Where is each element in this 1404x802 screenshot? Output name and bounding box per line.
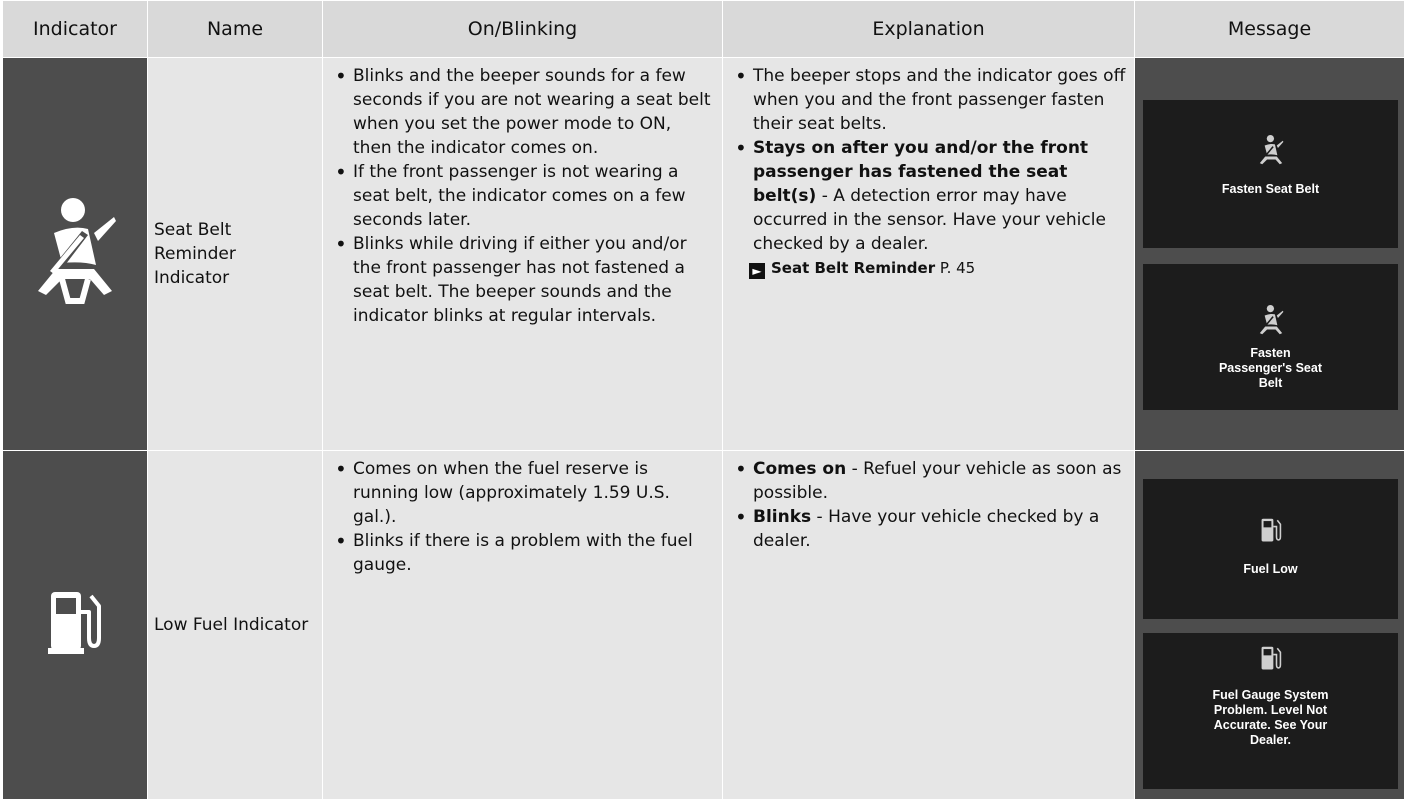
header-indicator: Indicator <box>2 0 148 58</box>
message-display: Fuel Low <box>1143 479 1398 619</box>
header-message: Message <box>1134 0 1404 58</box>
table-row: Seat Belt Reminder Indicator Blinks and … <box>2 57 1404 451</box>
explanation-bold: Blinks <box>753 507 812 527</box>
reference-page: P. 45 <box>935 259 976 277</box>
on-blinking-item: Comes on when the fuel reserve is runnin… <box>331 457 714 529</box>
on-blinking-item: Blinks if there is a problem with the fu… <box>331 529 714 577</box>
indicator-table-page: Indicator Name On/Blinking Explanation M… <box>0 0 1404 802</box>
explanation-item: Blinks - Have your vehicle checked by a … <box>731 505 1126 553</box>
on-blinking-cell: Blinks and the beeper sounds for a few s… <box>322 57 723 451</box>
on-blinking-item: Blinks while driving if either you and/o… <box>331 232 714 328</box>
explanation-item: Comes on - Refuel your vehicle as soon a… <box>731 457 1126 505</box>
on-blinking-item: If the front passenger is not wearing a … <box>331 160 714 232</box>
seat-belt-icon <box>38 197 116 304</box>
on-blinking-item: Blinks and the beeper sounds for a few s… <box>331 64 714 160</box>
fuel-pump-icon <box>48 591 101 654</box>
seat-belt-icon <box>1259 134 1283 165</box>
message-text: Fasten Passenger's Seat Belt <box>1218 346 1323 390</box>
message-cell: Fasten Seat Belt Fasten Passenger's Seat… <box>1134 57 1404 451</box>
header-explanation: Explanation <box>722 0 1135 58</box>
seat-belt-icon <box>1259 304 1283 335</box>
explanation-bold: Comes on <box>753 459 847 479</box>
message-display: Fuel Gauge System Problem. Level Not Acc… <box>1143 633 1398 789</box>
message-text: Fuel Low <box>1243 562 1298 576</box>
on-blinking-cell: Comes on when the fuel reserve is runnin… <box>322 450 723 800</box>
message-text: Fuel Gauge System Problem. Level Not Acc… <box>1212 688 1329 747</box>
page-reference[interactable]: ► Seat Belt Reminder P. 45 <box>723 256 1134 280</box>
explanation-cell: Comes on - Refuel your vehicle as soon a… <box>722 450 1135 800</box>
explanation-item: The beeper stops and the indicator goes … <box>731 64 1126 136</box>
fuel-pump-icon <box>1261 518 1281 542</box>
reference-label: Seat Belt Reminder <box>771 259 936 277</box>
indicator-name: Low Fuel Indicator <box>147 450 323 800</box>
fuel-pump-icon <box>1261 646 1281 670</box>
message-text: Fasten Seat Belt <box>1221 182 1320 196</box>
explanation-item: Stays on after you and/or the front pass… <box>731 136 1126 256</box>
indicator-name: Seat Belt Reminder Indicator <box>147 57 323 451</box>
message-cell: Fuel Low Fuel Gauge System Problem. Leve… <box>1134 450 1404 800</box>
message-display: Fasten Passenger's Seat Belt <box>1143 264 1398 410</box>
header-on-blinking: On/Blinking <box>322 0 723 58</box>
header-name: Name <box>147 0 323 58</box>
indicator-cell <box>2 450 148 800</box>
header-row: Indicator Name On/Blinking Explanation M… <box>2 0 1404 58</box>
indicator-table: Indicator Name On/Blinking Explanation M… <box>2 0 1404 800</box>
explanation-cell: The beeper stops and the indicator goes … <box>722 57 1135 451</box>
table-row: Low Fuel Indicator Comes on when the fue… <box>2 450 1404 800</box>
indicator-cell <box>2 57 148 451</box>
message-display: Fasten Seat Belt <box>1143 100 1398 248</box>
arrow-icon: ► <box>749 263 765 279</box>
